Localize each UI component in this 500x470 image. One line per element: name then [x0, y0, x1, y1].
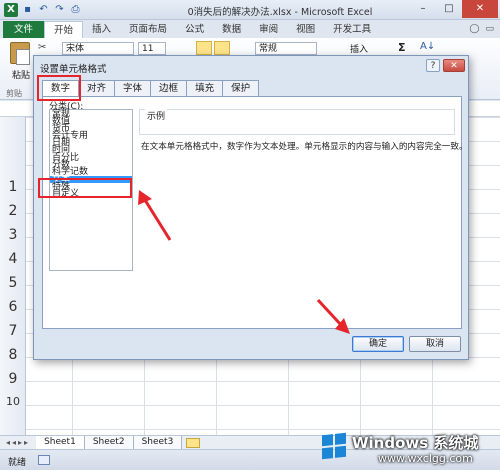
row-number[interactable]: 2 [0, 203, 26, 219]
tab-fill[interactable]: 填充 [186, 80, 224, 96]
tab-alignment[interactable]: 对齐 [78, 80, 116, 96]
autosum-button[interactable]: Σ [398, 41, 406, 54]
dialog-close-button[interactable]: ✕ [443, 59, 465, 72]
clipboard-group-label: 剪贴 [6, 89, 22, 98]
sort-filter-button[interactable]: A↓ [420, 41, 435, 52]
tab-file[interactable]: 文件 [3, 21, 45, 38]
tab-page-layout[interactable]: 页面布局 [120, 21, 176, 38]
ribbon-right-controls: ◯ ▭ [469, 21, 500, 38]
ribbon-minimize-icon[interactable]: ▭ [485, 21, 494, 38]
insert-cells-button[interactable]: 插入 [350, 42, 368, 55]
sheet-tab-3[interactable]: Sheet3 [133, 436, 183, 449]
row-number[interactable]: 3 [0, 227, 26, 243]
row-number[interactable]: 4 [0, 251, 26, 267]
font-size-select[interactable]: 11 [138, 42, 166, 55]
tab-border[interactable]: 边框 [150, 80, 188, 96]
maximize-button[interactable]: □ [436, 0, 462, 18]
tab-formulas[interactable]: 公式 [176, 21, 213, 38]
window-titlebar: X ▪ ↶ ↷ ⎙ 0消失后的解决办法.xlsx - Microsoft Exc… [0, 0, 500, 20]
paste-label[interactable]: 粘贴 [12, 68, 30, 81]
row-number[interactable]: 7 [0, 323, 26, 339]
highlight-number-tab [37, 75, 81, 101]
sample-label: 示例 [145, 109, 168, 122]
close-button[interactable]: ✕ [462, 0, 498, 18]
cancel-button[interactable]: 取消 [409, 336, 461, 352]
row-number[interactable]: 9 [0, 371, 26, 387]
number-tab-panel: 分类(C): 常规 数值 货币 会计专用 日期 时间 百分比 分数 科学记数 文… [42, 96, 468, 329]
cut-icon[interactable]: ✂ [38, 42, 46, 53]
tab-view[interactable]: 视图 [287, 21, 324, 38]
row-number[interactable]: 5 [0, 275, 26, 291]
row-number[interactable]: 6 [0, 299, 26, 315]
format-description: 在文本单元格格式中，数字作为文本处理。单元格显示的内容与输入的内容完全一致。 [141, 142, 468, 152]
sample-group: 示例 [139, 109, 455, 135]
tab-home[interactable]: 开始 [44, 21, 84, 38]
number-format-select[interactable]: 常规 [255, 42, 317, 55]
window-controls: – □ ✕ [410, 0, 498, 18]
windows-logo-icon [322, 432, 346, 460]
row-headers: 1 2 3 4 5 6 7 8 9 10 [0, 117, 26, 435]
row-number[interactable]: 1 [0, 179, 26, 195]
align-middle-icon[interactable] [196, 41, 212, 55]
insert-sheet-icon[interactable] [186, 437, 201, 448]
sheet-tab-2[interactable]: Sheet2 [84, 436, 134, 449]
tab-insert[interactable]: 插入 [83, 21, 120, 38]
ok-button[interactable]: 确定 [352, 336, 404, 352]
tab-data[interactable]: 数据 [213, 21, 250, 38]
tab-review[interactable]: 审阅 [250, 21, 287, 38]
highlight-text-category [38, 178, 132, 198]
format-cells-dialog: 设置单元格格式 ? ✕ 数字 对齐 字体 边框 填充 保护 分类(C): 常规 … [33, 55, 469, 360]
align-left-icon[interactable] [178, 41, 194, 55]
status-text: 就绪 [8, 458, 27, 468]
help-icon[interactable]: ◯ [469, 21, 479, 38]
watermark-url: www.wxclgg.com [378, 452, 473, 465]
align-center-icon[interactable] [214, 41, 230, 55]
watermark: Windows 系统城 www.wxclgg.com [318, 430, 500, 470]
paste-icon[interactable] [10, 42, 30, 65]
tab-protection[interactable]: 保护 [222, 80, 260, 96]
ribbon-tab-bar: 文件 开始 插入 页面布局 公式 数据 审阅 视图 开发工具 ◯ ▭ [0, 20, 500, 38]
row-number[interactable]: 10 [0, 395, 26, 408]
row-number[interactable]: 8 [0, 347, 26, 363]
dialog-title: 设置单元格格式 [40, 64, 107, 75]
tab-font[interactable]: 字体 [114, 80, 152, 96]
sheet-tab-1[interactable]: Sheet1 [36, 436, 85, 449]
minimize-button[interactable]: – [410, 0, 436, 18]
tab-developer[interactable]: 开发工具 [324, 21, 380, 38]
sheet-nav-arrows-icon[interactable]: ◂◂▸▸ [0, 438, 36, 447]
macro-record-icon[interactable] [38, 455, 50, 465]
dialog-help-button[interactable]: ? [426, 59, 440, 72]
alignment-buttons [178, 41, 230, 55]
font-name-select[interactable]: 宋体 [62, 42, 134, 55]
watermark-title: Windows 系统城 [352, 434, 479, 452]
